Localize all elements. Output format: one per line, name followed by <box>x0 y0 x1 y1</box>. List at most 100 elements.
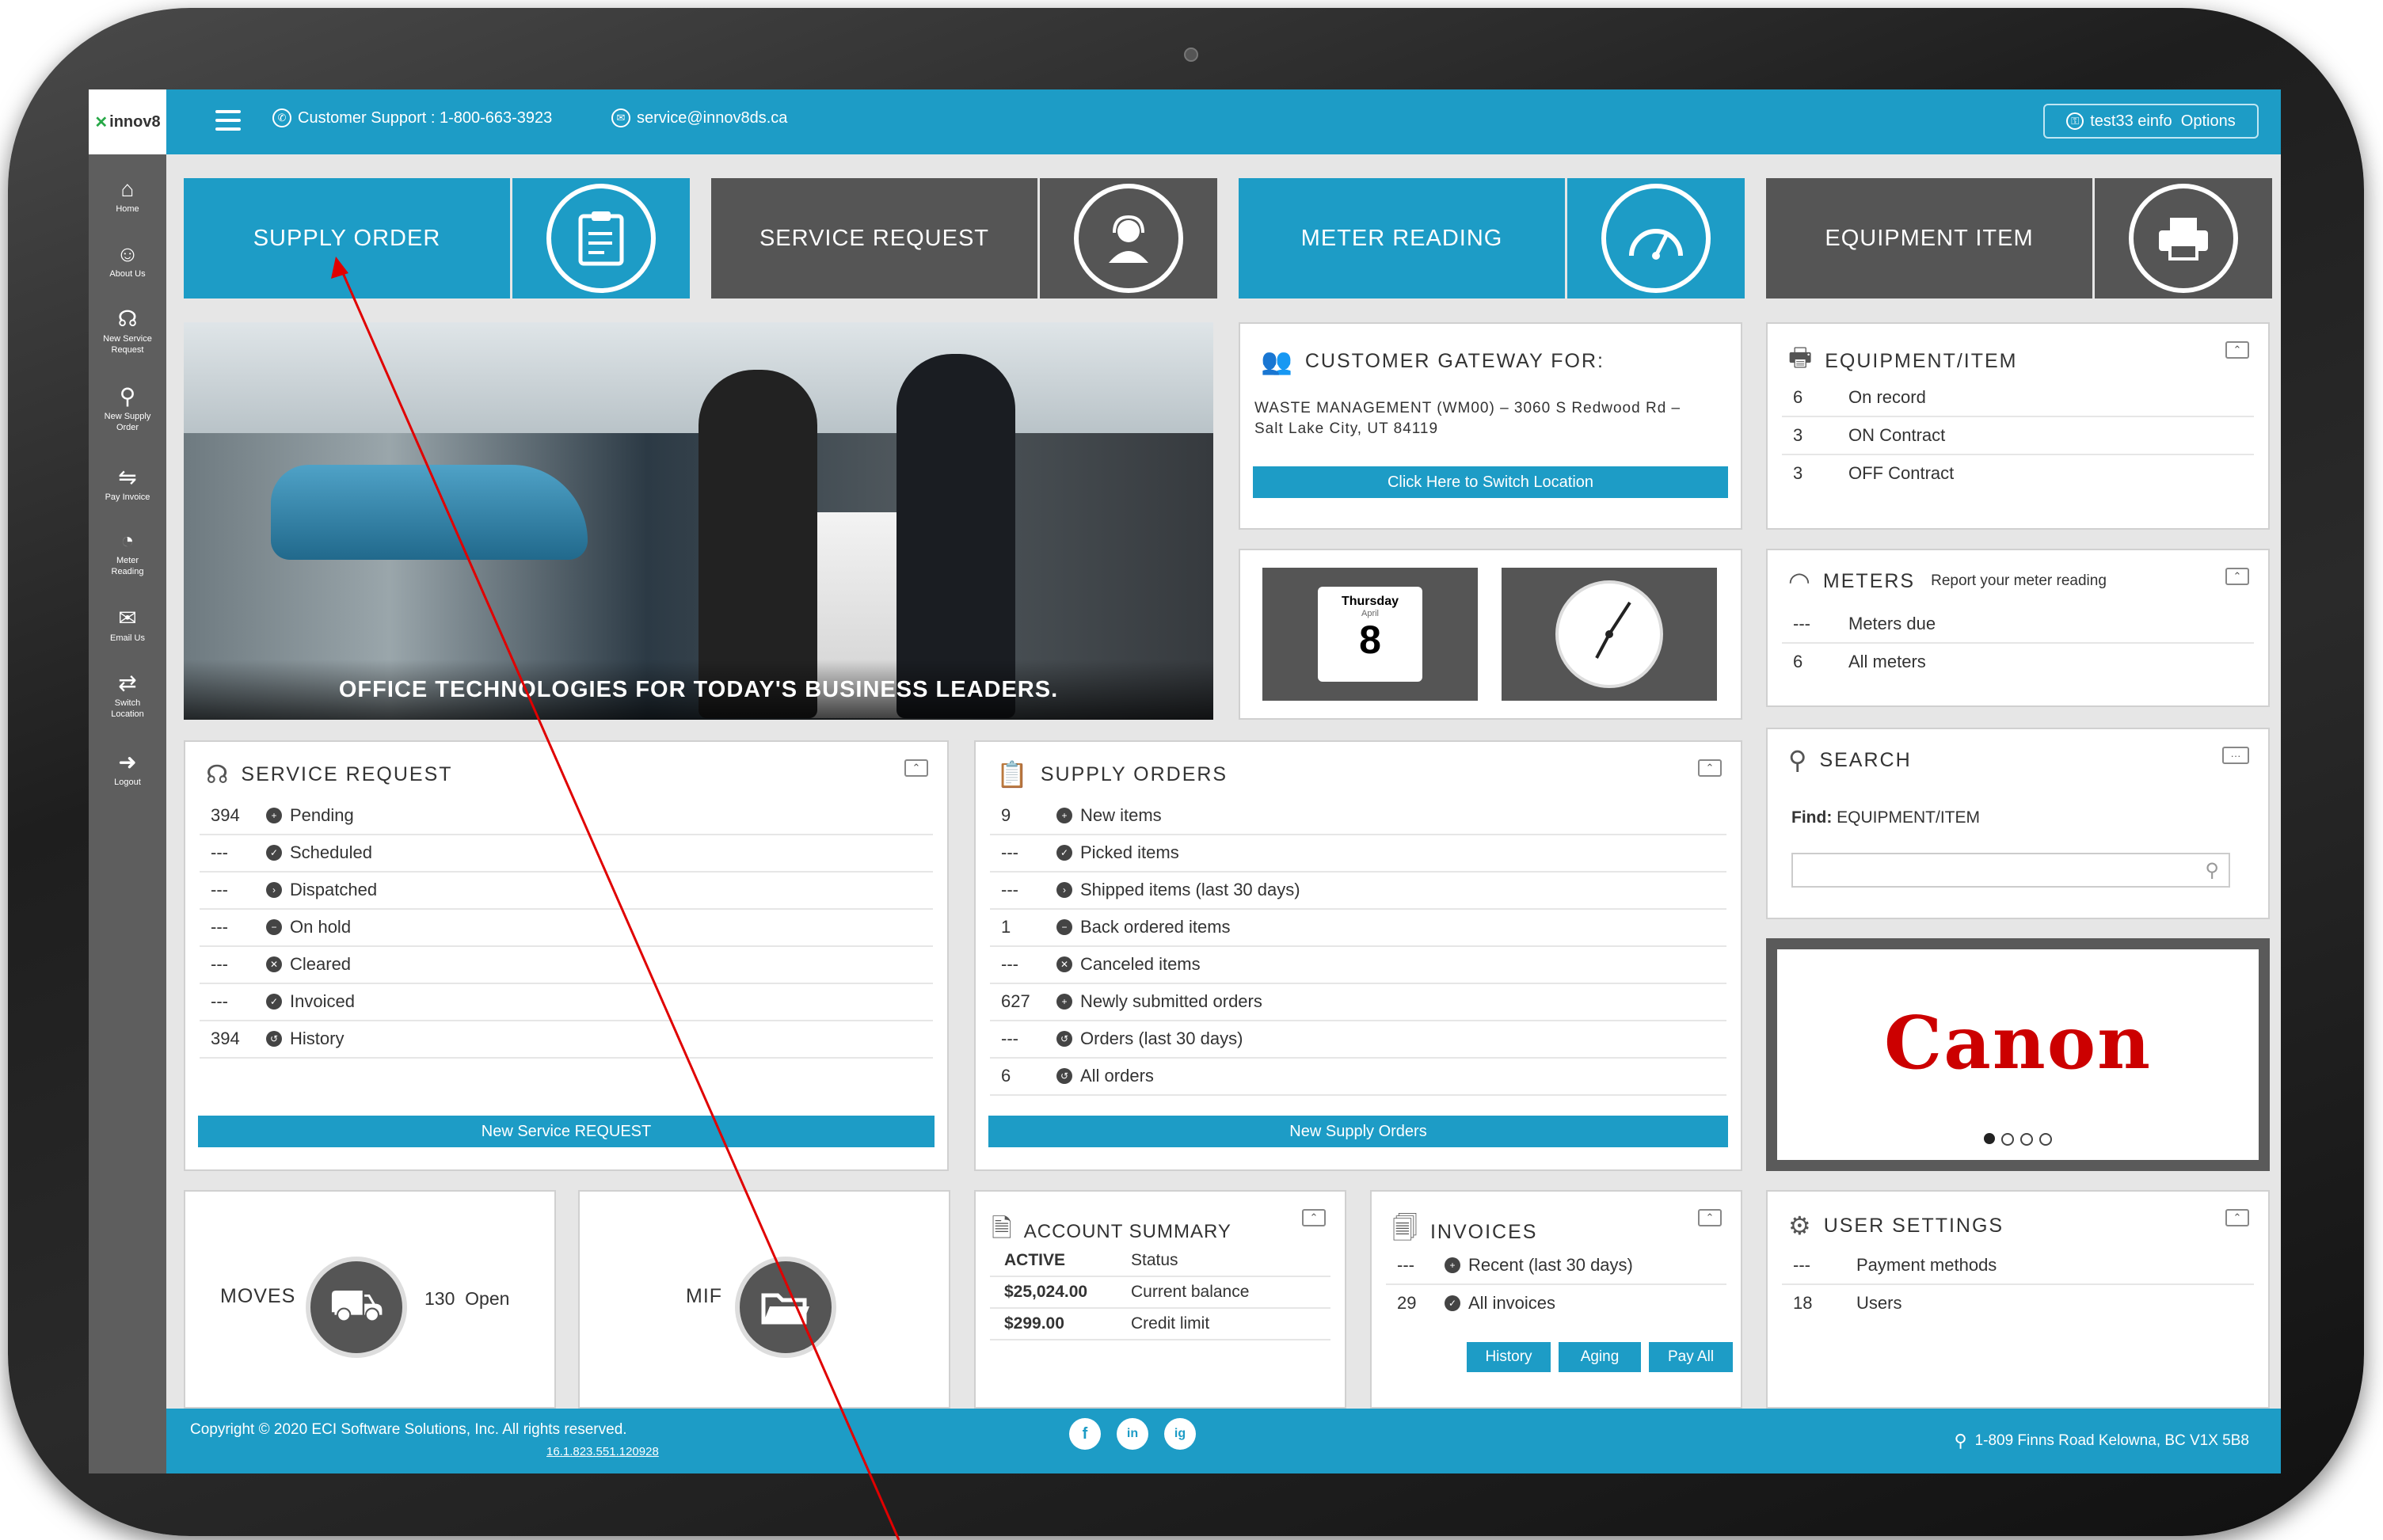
user-name: test33 einfo <box>2090 112 2172 130</box>
folder-icon <box>735 1257 836 1358</box>
moves-panel[interactable]: MOVES ⛟ 130 Open <box>184 1190 556 1409</box>
meters-panel: ◠ METERS Report your meter reading ⌃ --- Me… <box>1766 549 2270 707</box>
customer-support[interactable]: ✆ Customer Support : 1-800-663-3923 <box>272 108 552 127</box>
table-row[interactable]: 1 − Back ordered items <box>990 909 1726 947</box>
minus-icon: − <box>266 919 282 935</box>
gauge-icon: ◠ <box>1788 567 1812 595</box>
gauge-icon <box>1601 184 1711 293</box>
table-row[interactable]: --- ✓ Scheduled <box>200 835 933 873</box>
row-label: Cleared <box>290 954 352 974</box>
more-options-button[interactable]: ··· <box>2222 747 2249 764</box>
sidebar-item-logout[interactable]: ➜ Logout <box>89 750 166 788</box>
collapse-button[interactable]: ⌃ <box>904 759 928 777</box>
list-item[interactable]: --- Payment methods <box>1782 1247 2254 1285</box>
table-row[interactable]: --- ✓ Invoiced <box>200 983 933 1021</box>
table-row[interactable]: 29 ✓ All invoices <box>1386 1285 1726 1321</box>
mif-panel[interactable]: MIF <box>578 1190 950 1409</box>
support-email[interactable]: ✉ service@innov8ds.ca <box>611 108 787 127</box>
carousel-dot[interactable] <box>2001 1133 2014 1146</box>
table-row[interactable]: --- ✕ Cleared <box>200 946 933 984</box>
table-row[interactable]: --- ✓ Picked items <box>990 835 1726 873</box>
row-count: --- <box>1001 1029 1018 1048</box>
row-label: Newly submitted orders <box>1080 991 1262 1011</box>
brand-logo[interactable]: ✕ innov8 <box>89 89 166 154</box>
support-phone-text: Customer Support : 1-800-663-3923 <box>298 108 553 127</box>
new-supply-orders-button[interactable]: New Supply Orders <box>988 1116 1728 1147</box>
user-options-button[interactable]: ⚿ test33 einfo Options <box>2043 104 2259 139</box>
table-row[interactable]: --- ✕ Canceled items <box>990 946 1726 984</box>
history-icon: ↺ <box>266 1031 282 1047</box>
table-row[interactable]: 394 ↺ History <box>200 1021 933 1059</box>
sidebar-item-about-us[interactable]: ☺ About Us <box>89 241 166 279</box>
collapse-button[interactable]: ⌃ <box>2225 1209 2249 1226</box>
table-row[interactable]: 6 ↺ All orders <box>990 1058 1726 1096</box>
table-row[interactable]: --- › Dispatched <box>200 872 933 910</box>
table-row[interactable]: 9 + New items <box>990 797 1726 835</box>
search-input[interactable]: ⚲ <box>1791 853 2230 888</box>
list-item[interactable]: 6 On record <box>1782 379 2254 417</box>
sidebar-label: Switch <box>114 698 141 708</box>
row-label: Meters due <box>1848 614 1936 633</box>
row-label: Current balance <box>1131 1283 1250 1301</box>
carousel-dot[interactable] <box>2020 1133 2033 1146</box>
printer-icon: 🖶 <box>1788 343 1814 371</box>
table-row[interactable]: 627 + Newly submitted orders <box>990 983 1726 1021</box>
history-icon: ↺ <box>1056 1031 1072 1047</box>
plus-icon: + <box>1056 994 1072 1010</box>
equipment-panel: 🖶 EQUIPMENT/ITEM ⌃ 6 On record 3 ON Contrac… <box>1766 322 2270 530</box>
find-value[interactable]: EQUIPMENT/ITEM <box>1837 808 1980 827</box>
linkedin-icon[interactable]: in <box>1117 1418 1148 1450</box>
row-count: 9 <box>1001 805 1011 825</box>
row-count: --- <box>211 991 228 1011</box>
tile-icon-area <box>2092 178 2272 298</box>
equipment-item-tile[interactable]: EQUIPMENT ITEM <box>1766 178 2272 298</box>
new-service-request-button[interactable]: New Service REQUEST <box>198 1116 935 1147</box>
history-button[interactable]: History <box>1467 1342 1551 1372</box>
table-row[interactable]: --- ↺ Orders (last 30 days) <box>990 1021 1726 1059</box>
list-item[interactable]: 18 Users <box>1782 1285 2254 1321</box>
menu-icon[interactable] <box>215 110 241 132</box>
sidebar-item-pay-invoice[interactable]: ⇋ Pay Invoice <box>89 465 166 503</box>
supply-orders-heading: 📋 SUPPLY ORDERS <box>996 759 1228 789</box>
instagram-icon[interactable]: ig <box>1164 1418 1196 1450</box>
list-item[interactable]: 3 ON Contract <box>1782 417 2254 455</box>
list-item[interactable]: 3 OFF Contract <box>1782 455 2254 492</box>
date-time-panel: Thursday April 8 <box>1239 549 1742 720</box>
meter-reading-tile[interactable]: METER READING <box>1239 178 1745 298</box>
email-icon: ✉ <box>611 108 630 127</box>
table-row[interactable]: --- + Recent (last 30 days) <box>1386 1247 1726 1285</box>
collapse-button[interactable]: ⌃ <box>2225 341 2249 359</box>
plus-icon: + <box>1056 808 1072 823</box>
collapse-button[interactable]: ⌃ <box>1698 759 1722 777</box>
sidebar-item-new-supply-order[interactable]: ⚲ New Supply Order <box>89 384 166 433</box>
carousel-dot[interactable] <box>1984 1133 1995 1144</box>
service-request-tile[interactable]: SERVICE REQUEST <box>711 178 1217 298</box>
table-row[interactable]: --- − On hold <box>200 909 933 947</box>
table-row[interactable]: --- › Shipped items (last 30 days) <box>990 872 1726 910</box>
collapse-button[interactable]: ⌃ <box>1302 1209 1326 1226</box>
sidebar-item-switch-location[interactable]: ⇄ Switch Location <box>89 671 166 720</box>
list-item[interactable]: --- Meters due <box>1782 606 2254 644</box>
hero-banner[interactable]: OFFICE TECHNOLOGIES FOR TODAY'S BUSINESS… <box>184 322 1213 720</box>
carousel-dot[interactable] <box>2039 1133 2052 1146</box>
collapse-button[interactable]: ⌃ <box>1698 1209 1722 1226</box>
row-count: 6 <box>1793 652 1803 671</box>
printer-icon <box>2129 184 2238 293</box>
pay-all-button[interactable]: Pay All <box>1649 1342 1733 1372</box>
collapse-button[interactable]: ⌃ <box>2225 568 2249 585</box>
list-item[interactable]: 6 All meters <box>1782 644 2254 680</box>
sidebar-item-meter-reading[interactable]: ◔ Meter Reading <box>89 528 166 577</box>
row-count: 3 <box>1793 425 1803 445</box>
table-row[interactable]: 394 + Pending <box>200 797 933 835</box>
facebook-icon[interactable]: f <box>1069 1418 1101 1450</box>
carousel-slide[interactable]: Canon <box>1777 949 2259 1160</box>
sidebar-item-home[interactable]: ⌂ Home <box>89 177 166 215</box>
sidebar-item-new-service-request[interactable]: ☊ New Service Request <box>89 306 166 356</box>
support-agent-icon <box>1074 184 1183 293</box>
sidebar-item-email-us[interactable]: ✉ Email Us <box>89 606 166 644</box>
search-icon[interactable]: ⚲ <box>2205 859 2219 882</box>
aging-button[interactable]: Aging <box>1559 1342 1641 1372</box>
footer: Copyright © 2020 ECI Software Solutions,… <box>166 1409 2281 1473</box>
switch-location-button[interactable]: Click Here to Switch Location <box>1253 466 1728 498</box>
supply-order-tile[interactable]: SUPPLY ORDER <box>184 178 690 298</box>
